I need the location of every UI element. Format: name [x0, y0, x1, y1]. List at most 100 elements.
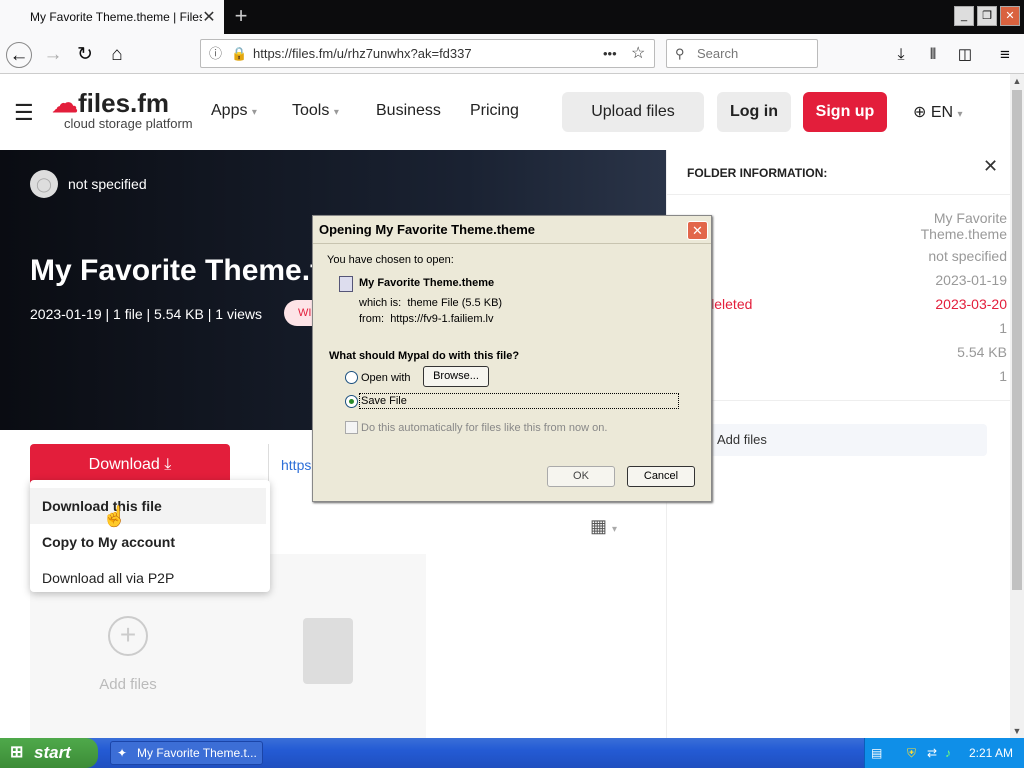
from-label: from: — [359, 313, 385, 325]
logo[interactable]: ☁files.fm cloud storage platform — [52, 90, 193, 131]
login-button[interactable]: Log in — [717, 92, 791, 132]
library-icon[interactable]: ⫴ — [920, 42, 946, 68]
auto-label: Do this automatically for files like thi… — [361, 422, 608, 434]
info-value: 2023-03-20 — [935, 296, 1007, 312]
scroll-down-icon[interactable]: ▼ — [1010, 724, 1024, 738]
menu-icon[interactable]: ≡ — [992, 42, 1018, 68]
shield-icon[interactable]: ⛨ — [907, 738, 916, 768]
window-close-icon[interactable]: ✕ — [1000, 6, 1020, 26]
browser-tab-bar: My Favorite Theme.theme | Files.f ✕ + _ … — [0, 0, 1024, 34]
browser-tab[interactable]: My Favorite Theme.theme | Files.f ✕ — [0, 0, 224, 34]
taskbar: ⊞ start ✦ My Favorite Theme.t... ▤ ⛨ ⇄ ♪… — [0, 738, 1024, 768]
hamburger-icon[interactable]: ☰ — [14, 100, 34, 126]
dialog-filename: My Favorite Theme.theme — [359, 277, 495, 289]
auto-checkbox[interactable] — [345, 421, 358, 434]
url-bar[interactable]: ⓘ 🔒 https://files.fm/u/rhz7unwhx?ak=fd33… — [200, 39, 655, 68]
nav-pricing[interactable]: Pricing — [470, 102, 519, 120]
close-icon[interactable]: ✕ — [983, 156, 998, 177]
hand-cursor-icon: ☝ — [102, 506, 127, 528]
nav-tools-label: Tools — [292, 102, 330, 119]
search-placeholder: Search — [697, 46, 739, 61]
info-icon[interactable]: ⓘ — [209, 40, 222, 67]
taskbar-task[interactable]: ✦ My Favorite Theme.t... — [110, 741, 263, 765]
download-this-file-item[interactable]: Download this file — [30, 488, 266, 524]
which-is-value: theme File (5.5 KB) — [407, 297, 503, 309]
new-tab-icon[interactable]: + — [230, 2, 252, 30]
which-is-line: which is: theme File (5.5 KB) — [359, 297, 502, 309]
browse-button[interactable]: Browse... — [423, 366, 489, 387]
upload-files-button[interactable]: Upload files — [562, 92, 704, 132]
keyboard-icon[interactable]: ▤ — [871, 738, 882, 768]
language-selector[interactable]: ⊕ EN ▾ — [913, 102, 963, 122]
search-input[interactable]: ⚲ Search — [666, 39, 818, 68]
save-file-label[interactable]: Save File — [359, 393, 679, 409]
save-file-radio[interactable] — [345, 395, 358, 408]
page-title: My Favorite Theme.th — [30, 254, 339, 287]
download-icon: ⤓ — [164, 456, 172, 473]
task-label: My Favorite Theme.t... — [137, 746, 257, 760]
info-row-views: ws1 — [687, 368, 1007, 384]
tab-close-icon[interactable]: ✕ — [202, 7, 216, 27]
volume-icon[interactable]: ♪ — [945, 738, 951, 768]
site-header: ☰ ☁files.fm cloud storage platform Apps … — [0, 74, 1010, 150]
folder-info-heading: FOLDER INFORMATION: — [687, 166, 828, 180]
nav-apps[interactable]: Apps ▾ — [211, 102, 257, 120]
windows-logo-icon: ⊞ — [10, 744, 24, 761]
file-type-icon — [339, 276, 353, 292]
info-row-count: nt1 — [687, 320, 1007, 336]
start-label: start — [34, 743, 71, 762]
cancel-button[interactable]: Cancel — [627, 466, 695, 487]
network-icon[interactable]: ⇄ — [927, 738, 937, 768]
info-row-name: erMy Favorite Theme.theme — [687, 210, 1007, 244]
bookmark-star-icon[interactable]: ☆ — [631, 40, 645, 67]
download-dropdown: Download this file Copy to My account Do… — [30, 480, 270, 592]
nav-tools[interactable]: Tools ▾ — [292, 102, 339, 120]
meta-date: 2023-01-19 — [30, 306, 102, 322]
forward-icon[interactable]: → — [40, 42, 66, 68]
reload-icon[interactable]: ↻ — [72, 42, 98, 68]
info-value: not specified — [928, 248, 1007, 264]
url-text: https://files.fm/u/rhz7unwhx?ak=fd337 — [253, 46, 472, 61]
avatar: ◯ — [30, 170, 58, 198]
download-p2p-item[interactable]: Download all via P2P — [30, 560, 270, 596]
ok-button[interactable]: OK — [547, 466, 615, 487]
page-scrollbar[interactable]: ▲ ▼ — [1010, 74, 1024, 738]
info-value: 1 — [999, 320, 1007, 336]
divider — [667, 400, 1011, 401]
divider — [667, 194, 1011, 195]
back-icon[interactable]: ← — [6, 42, 32, 68]
start-button[interactable]: ⊞ start — [0, 738, 98, 768]
browser-nav-bar: ← → ↻ ⌂ ⓘ 🔒 https://files.fm/u/rhz7unwhx… — [0, 34, 1024, 74]
panel-add-files-button[interactable]: Add files — [687, 424, 987, 456]
info-value: 5.54 KB — [957, 344, 1007, 360]
signup-button[interactable]: Sign up — [803, 92, 887, 132]
sidebar-icon[interactable]: ◫ — [952, 42, 978, 68]
info-row-modified: ified2023-01-19 — [687, 272, 1007, 288]
browser-app-icon: ✦ — [117, 746, 128, 760]
tab-title: My Favorite Theme.theme | Files.f — [30, 10, 202, 24]
grid-view-icon[interactable]: ▦ ▾ — [590, 516, 617, 537]
open-file-dialog: Opening My Favorite Theme.theme ✕ You ha… — [312, 215, 712, 502]
cloud-icon: ☁ — [52, 88, 78, 118]
scroll-thumb[interactable] — [1012, 90, 1022, 590]
dialog-question: What should Mypal do with this file? — [329, 350, 520, 362]
page-actions-icon[interactable]: ••• — [603, 40, 617, 67]
info-row-deleted: be deleted 2023-03-20 — [687, 296, 1007, 312]
status-badge: WI — [284, 300, 314, 326]
copy-to-account-item[interactable]: Copy to My account — [30, 524, 270, 560]
home-icon[interactable]: ⌂ — [104, 42, 130, 68]
open-with-radio[interactable] — [345, 371, 358, 384]
restore-icon[interactable]: ❐ — [977, 6, 997, 26]
owner-name: not specified — [68, 176, 147, 192]
downloads-icon[interactable]: ⤓ — [888, 42, 914, 68]
chevron-down-icon: ▾ — [957, 109, 963, 120]
from-value: https://fv9-1.failiem.lv — [390, 313, 494, 325]
minimize-icon[interactable]: _ — [954, 6, 974, 26]
scroll-up-icon[interactable]: ▲ — [1010, 74, 1024, 88]
which-is-label: which is: — [359, 297, 402, 309]
dialog-close-icon[interactable]: ✕ — [687, 221, 708, 240]
dialog-title: Opening My Favorite Theme.theme — [313, 216, 711, 244]
nav-business[interactable]: Business — [376, 102, 441, 120]
logo-subtitle: cloud storage platform — [64, 116, 193, 131]
info-value: My Favorite Theme.theme — [920, 210, 1007, 242]
